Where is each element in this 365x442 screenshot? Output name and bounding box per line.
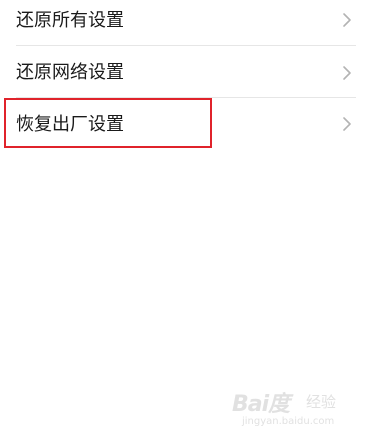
- reset-network-settings-label: 还原网络设置: [16, 62, 124, 83]
- divider: [16, 45, 356, 46]
- chevron-right-icon: [343, 13, 351, 27]
- watermark: Bai度 经验 jingyan.baidu.com: [232, 386, 360, 436]
- watermark-brand: 经验: [306, 393, 337, 411]
- factory-reset-row[interactable]: 恢复出厂设置: [0, 99, 365, 149]
- watermark-url: jingyan.baidu.com: [242, 416, 335, 427]
- settings-screen: 还原所有设置 还原网络设置 恢复出厂设置 Bai度 经验 jingyan.bai…: [0, 0, 365, 442]
- chevron-right-icon: [343, 117, 351, 131]
- reset-all-settings-row[interactable]: 还原所有设置: [0, 0, 365, 50]
- watermark-logo: Bai度: [232, 392, 290, 417]
- divider: [16, 97, 356, 98]
- factory-reset-label: 恢复出厂设置: [16, 114, 124, 135]
- reset-all-settings-label: 还原所有设置: [16, 10, 124, 31]
- reset-network-settings-row[interactable]: 还原网络设置: [0, 48, 365, 98]
- chevron-right-icon: [343, 66, 351, 80]
